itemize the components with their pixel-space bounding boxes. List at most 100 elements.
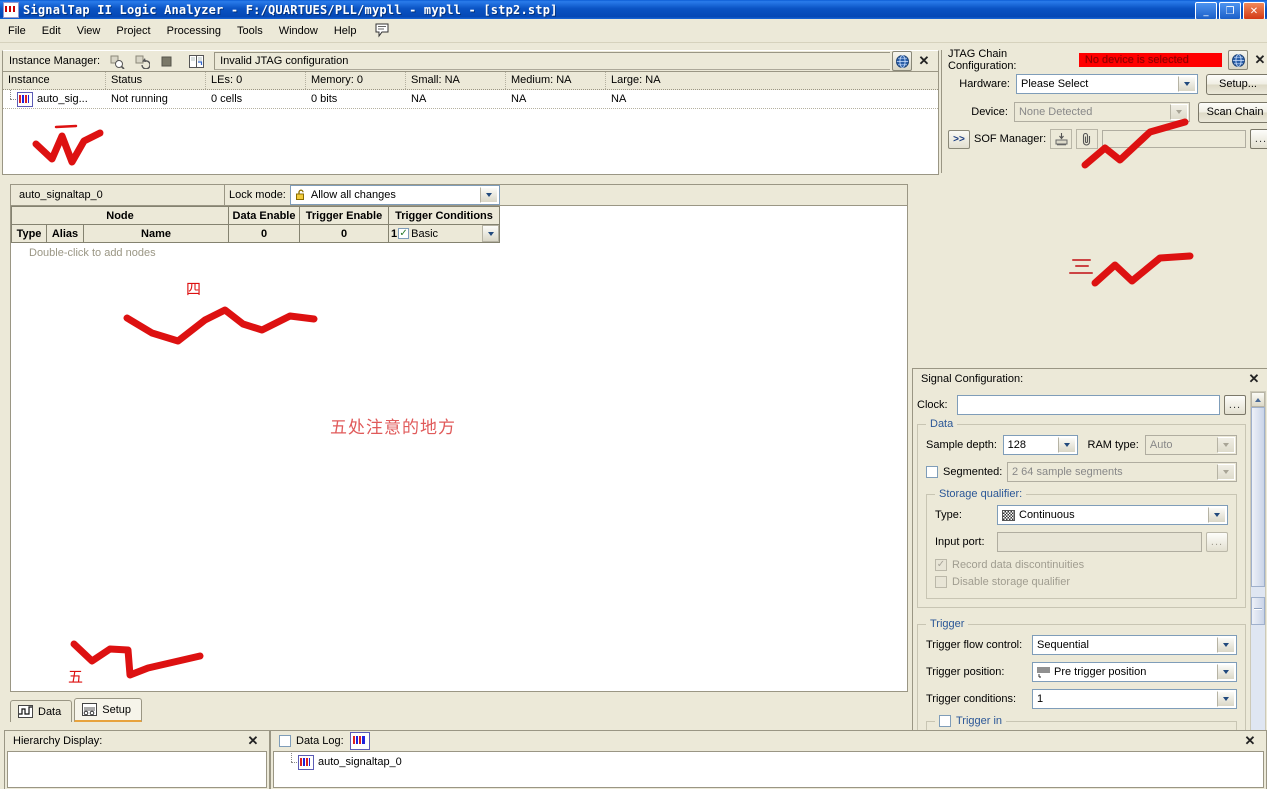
trigger-position-select[interactable]: Pre trigger position <box>1032 662 1237 682</box>
device-select[interactable]: None Detected <box>1013 102 1191 122</box>
chevron-down-icon[interactable] <box>1217 637 1235 653</box>
hardware-select[interactable]: Please Select <box>1016 74 1198 94</box>
jtag-help-button[interactable] <box>1228 50 1248 70</box>
column-memory[interactable]: Memory: 0 <box>306 72 406 89</box>
menu-tools[interactable]: Tools <box>229 22 271 40</box>
chevron-down-icon[interactable] <box>1057 437 1076 453</box>
hierarchy-close-button[interactable]: ✕ <box>245 733 261 749</box>
ram-type-select[interactable]: Auto <box>1144 435 1237 455</box>
subheader-name[interactable]: Name <box>83 224 229 243</box>
scroll-up-button[interactable] <box>1251 392 1265 407</box>
program-device-icon[interactable] <box>1050 129 1073 149</box>
jtag-close-button[interactable]: ✕ <box>1252 52 1267 68</box>
restore-button[interactable]: ❐ <box>1219 2 1241 20</box>
run-analysis-icon[interactable] <box>106 51 128 71</box>
paperclip-icon[interactable] <box>1076 129 1099 149</box>
menu-help[interactable]: Help <box>326 22 365 40</box>
chevron-down-icon[interactable] <box>1217 691 1235 707</box>
instance-manager-help-button[interactable] <box>892 51 912 71</box>
menu-view[interactable]: View <box>69 22 109 40</box>
lock-mode-select[interactable]: Allow all changes <box>289 185 500 205</box>
scan-chain-button[interactable]: Scan Chain <box>1198 101 1267 123</box>
chevron-down-icon[interactable] <box>1178 76 1196 92</box>
menu-window[interactable]: Window <box>271 22 326 40</box>
open-log-icon[interactable] <box>185 51 207 71</box>
segmented-checkbox[interactable] <box>926 466 938 478</box>
chevron-down-icon[interactable] <box>1217 464 1235 480</box>
column-status[interactable]: Status <box>106 72 206 89</box>
setup-button[interactable]: Setup... <box>1206 73 1267 95</box>
chevron-down-icon[interactable] <box>1217 664 1235 680</box>
instance-manager-close-button[interactable]: ✕ <box>916 53 932 69</box>
column-large[interactable]: Large: NA <box>606 72 786 89</box>
table-row[interactable]: auto_sig... Not running 0 cells 0 bits N… <box>3 90 938 109</box>
comment-balloon-icon[interactable] <box>374 23 390 38</box>
segmented-select[interactable]: 2 64 sample segments <box>1007 462 1237 482</box>
tab-setup[interactable]: Setup <box>74 698 142 722</box>
lock-mode-row: Lock mode: Allow all changes <box>225 185 500 205</box>
data-log-icon[interactable] <box>349 731 370 750</box>
column-medium[interactable]: Medium: NA <box>506 72 606 89</box>
column-small[interactable]: Small: NA <box>406 72 506 89</box>
chevron-down-icon[interactable] <box>479 187 498 203</box>
trigger-conditions-select[interactable]: 1 <box>1032 689 1237 709</box>
clock-input[interactable] <box>957 395 1220 415</box>
clock-browse-button[interactable]: ... <box>1224 395 1246 415</box>
minimize-button[interactable]: _ <box>1195 2 1217 20</box>
tab-data[interactable]: Data <box>10 700 73 722</box>
instance-les: 0 cells <box>211 93 243 105</box>
subheader-type[interactable]: Type <box>11 224 47 243</box>
list-item[interactable]: auto_signaltap_0 <box>274 752 1263 772</box>
chevron-down-icon[interactable] <box>1217 437 1235 453</box>
subheader-alias[interactable]: Alias <box>46 224 84 243</box>
node-table-header-row: Node Data Enable Trigger Enable Trigger … <box>11 206 500 225</box>
instance-memory: 0 bits <box>311 93 338 105</box>
column-les[interactable]: LEs: 0 <box>206 72 306 89</box>
empty-node-hint[interactable]: Double-click to add nodes <box>11 243 907 259</box>
node-list-pane: auto_signaltap_0 Lock mode: Allow all ch… <box>10 184 908 692</box>
scrollbar-thumb-grip[interactable] <box>1251 597 1265 625</box>
sof-path-field[interactable] <box>1102 130 1246 148</box>
instance-small: NA <box>411 93 427 105</box>
header-trigger-enable[interactable]: Trigger Enable <box>299 206 389 225</box>
input-port-input[interactable] <box>997 532 1202 552</box>
ram-type-value: Auto <box>1149 439 1173 451</box>
stop-analysis-icon[interactable] <box>156 51 178 71</box>
column-instance[interactable]: Instance <box>3 72 106 89</box>
header-node[interactable]: Node <box>11 206 229 225</box>
data-log-close-button[interactable]: ✕ <box>1242 733 1258 749</box>
menu-edit[interactable]: Edit <box>34 22 69 40</box>
input-port-label: Input port: <box>935 536 985 548</box>
header-data-enable[interactable]: Data Enable <box>228 206 300 225</box>
menu-processing[interactable]: Processing <box>159 22 229 40</box>
disable-storage-qualifier-checkbox[interactable] <box>935 576 947 588</box>
hierarchy-display-panel: Hierarchy Display: ✕ <box>4 730 270 789</box>
trigger-in-checkbox[interactable] <box>939 715 951 727</box>
device-value: None Detected <box>1018 106 1093 118</box>
scrollbar-thumb[interactable] <box>1251 407 1265 587</box>
close-button[interactable]: ✕ <box>1243 2 1265 20</box>
input-port-browse-button[interactable]: ... <box>1206 532 1228 552</box>
trigger-flow-control-select[interactable]: Sequential <box>1032 635 1237 655</box>
data-log-checkbox[interactable] <box>279 734 291 747</box>
chevron-down-icon[interactable] <box>482 225 499 242</box>
storage-type-select[interactable]: Continuous <box>997 505 1228 525</box>
menu-file[interactable]: File <box>0 22 34 40</box>
trigger-condition-checkbox[interactable] <box>398 228 410 239</box>
instance-table-header: Instance Status LEs: 0 Memory: 0 Small: … <box>3 72 938 90</box>
sample-depth-select[interactable]: 128 <box>1002 435 1078 455</box>
hierarchy-body[interactable] <box>7 751 267 788</box>
stp-instance-icon <box>298 754 314 770</box>
header-trigger-conditions[interactable]: Trigger Conditions <box>388 206 500 225</box>
expand-sof-button[interactable]: >> <box>948 129 970 149</box>
signal-configuration-close-button[interactable]: ✕ <box>1246 371 1262 387</box>
record-discontinuities-checkbox[interactable] <box>935 559 947 571</box>
sof-browse-button[interactable]: ... <box>1250 129 1267 149</box>
chevron-down-icon[interactable] <box>1208 507 1226 523</box>
autorun-analysis-icon[interactable] <box>131 51 153 71</box>
trigger-flow-control-value: Sequential <box>1037 639 1089 651</box>
chevron-down-icon[interactable] <box>1170 104 1189 120</box>
continuous-pattern-icon <box>1002 509 1015 521</box>
instance-name: auto_sig... <box>37 93 88 105</box>
menu-project[interactable]: Project <box>108 22 158 40</box>
